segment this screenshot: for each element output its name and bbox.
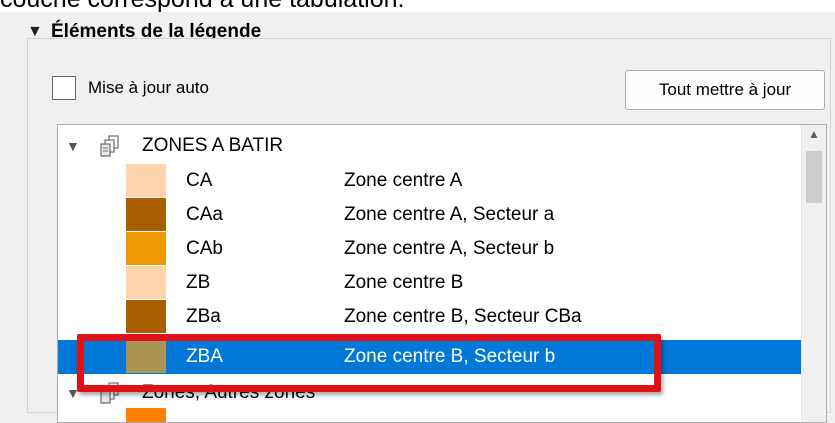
legend-item-row[interactable]: CAa Zone centre A, Secteur a — [58, 198, 803, 232]
expand-arrow-icon[interactable]: ▼ — [66, 138, 80, 154]
legend-item-row-selected[interactable]: ZBA Zone centre B, Secteur b — [58, 340, 803, 374]
legend-item-description: Zone centre A — [344, 170, 463, 191]
legend-swatch — [126, 300, 166, 333]
tree-group-name: Zones, Autres zones — [142, 382, 316, 403]
scroll-up-icon[interactable]: ▲ — [802, 127, 826, 147]
legend-tree[interactable]: ▼ ZONES A BATIR CA Zone centre A CAa Zon… — [57, 124, 827, 423]
tree-group-name: ZONES A BATIR — [142, 135, 284, 156]
tree-group-row[interactable]: ▼ Zones, Autres zones — [58, 376, 803, 410]
legend-swatch — [126, 340, 166, 373]
auto-update-label: Mise à jour auto — [88, 78, 209, 97]
legend-item-row[interactable]: ZBa Zone centre B, Secteur CBa — [58, 300, 803, 334]
legend-item-row[interactable]: CAb Zone centre A, Secteur b — [58, 232, 803, 266]
layer-group-icon — [100, 135, 119, 157]
legend-item-description: Zone centre A, Secteur b — [344, 238, 555, 259]
legend-item-description: Zone centre A, Secteur a — [344, 204, 555, 225]
legend-item-row[interactable] — [58, 408, 803, 422]
legend-item-code: ZBa — [186, 306, 221, 327]
legend-item-code: ZBA — [186, 346, 223, 367]
auto-update-checkbox[interactable] — [52, 76, 76, 100]
legend-item-row[interactable]: ZB Zone centre B — [58, 266, 803, 300]
legend-swatch — [126, 164, 166, 197]
legend-item-code: CAb — [186, 238, 223, 259]
layer-group-icon — [100, 382, 119, 404]
scroll-thumb[interactable] — [806, 151, 822, 203]
legend-swatch — [126, 232, 166, 265]
legend-item-code: CAa — [186, 204, 223, 225]
legend-item-code: CA — [186, 170, 213, 191]
expand-arrow-icon[interactable]: ▼ — [66, 385, 80, 401]
legend-swatch — [126, 266, 166, 299]
tree-scrollbar[interactable]: ▲ — [801, 125, 826, 422]
legend-swatch — [126, 198, 166, 231]
tree-group-row[interactable]: ▼ ZONES A BATIR — [58, 129, 803, 163]
legend-item-description: Zone centre B — [344, 272, 464, 293]
auto-update-row[interactable]: Mise à jour auto — [52, 72, 209, 104]
update-all-button[interactable]: Tout mettre à jour — [625, 70, 825, 110]
legend-swatch — [126, 408, 166, 422]
legend-item-code: ZB — [186, 272, 211, 293]
legend-item-description: Zone centre B, Secteur CBa — [344, 306, 582, 327]
legend-item-description: Zone centre B, Secteur b — [344, 346, 556, 367]
tutorial-caption: couche correspond à une tabulation. — [0, 0, 835, 12]
legend-item-row[interactable]: CA Zone centre A — [58, 164, 803, 198]
